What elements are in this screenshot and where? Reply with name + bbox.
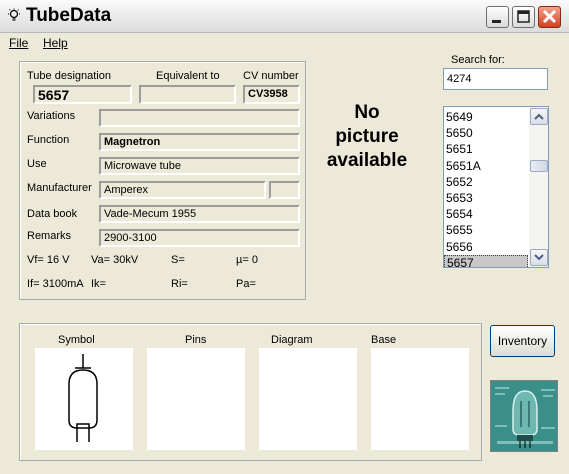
no-picture-message: No picture available bbox=[316, 101, 418, 173]
use-field[interactable]: Microwave tube bbox=[99, 157, 300, 175]
scroll-thumb[interactable] bbox=[530, 160, 548, 172]
tube-list-item[interactable]: 5651 bbox=[444, 141, 528, 157]
function-label: Function bbox=[27, 134, 70, 146]
equivalent-to-field[interactable] bbox=[139, 85, 236, 104]
close-button[interactable] bbox=[538, 6, 561, 28]
param-va: Va= 30kV bbox=[91, 254, 139, 266]
arrow-down-icon bbox=[534, 254, 544, 261]
scroll-down-button[interactable] bbox=[530, 249, 548, 266]
search-label: Search for: bbox=[451, 54, 505, 66]
use-label: Use bbox=[27, 158, 47, 170]
no-picture-line-1: No bbox=[354, 102, 380, 123]
base-panel bbox=[371, 348, 469, 450]
param-pa: Pa= bbox=[236, 278, 256, 290]
no-picture-line-2: picture bbox=[335, 126, 399, 147]
menu-help-label: Help bbox=[43, 36, 68, 50]
diagram-label: Diagram bbox=[271, 334, 313, 346]
tube-designation-field[interactable]: 5657 bbox=[33, 85, 132, 104]
param-ik: Ik= bbox=[91, 278, 106, 290]
tube-logo-icon bbox=[491, 381, 557, 451]
param-vf: Vf= 16 V bbox=[27, 254, 70, 266]
menu-file[interactable]: File bbox=[9, 36, 28, 50]
param-mu: µ= 0 bbox=[236, 254, 258, 266]
variations-field[interactable] bbox=[99, 109, 300, 127]
menu-file-label: File bbox=[9, 36, 29, 50]
tube-list-item[interactable]: 5652 bbox=[444, 174, 528, 190]
manufacturer-field[interactable]: Amperex bbox=[99, 181, 266, 199]
cv-number-label: CV number bbox=[243, 70, 299, 82]
manufacturer-label: Manufacturer bbox=[27, 182, 92, 194]
tube-logo bbox=[490, 380, 558, 452]
inventory-button[interactable]: Inventory bbox=[490, 325, 555, 357]
param-if: If= 3100mA bbox=[27, 278, 84, 290]
manufacturer-extra-field[interactable] bbox=[269, 181, 300, 199]
tube-listbox[interactable]: 5649 5650 5651 5651A 5652 5653 5654 5655 5656 565… bbox=[443, 106, 549, 268]
arrow-up-icon bbox=[534, 113, 544, 120]
pins-panel bbox=[147, 348, 245, 450]
tube-list-item[interactable]: 5651A bbox=[444, 158, 528, 174]
cv-number-field[interactable]: CV3958 bbox=[243, 85, 300, 104]
vacuum-tube-symbol bbox=[68, 354, 98, 442]
maximize-icon bbox=[517, 10, 530, 23]
diagram-panel bbox=[259, 348, 357, 450]
no-picture-line-3: available bbox=[326, 150, 408, 171]
variations-label: Variations bbox=[27, 110, 76, 122]
window-title: TubeData bbox=[26, 5, 112, 26]
remarks-field[interactable]: 2900-3100 bbox=[99, 229, 300, 247]
tube-list-item[interactable]: 5656 bbox=[444, 239, 528, 255]
maximize-button[interactable] bbox=[512, 6, 535, 28]
remarks-label: Remarks bbox=[27, 230, 72, 242]
base-label: Base bbox=[371, 334, 397, 346]
param-ri: Ri= bbox=[171, 278, 188, 290]
list-scrollbar[interactable] bbox=[529, 107, 548, 267]
close-icon bbox=[542, 9, 557, 24]
symbol-label: Symbol bbox=[58, 334, 95, 346]
tube-list-item[interactable]: 5650 bbox=[444, 125, 528, 141]
scroll-up-button[interactable] bbox=[530, 108, 548, 125]
minimize-icon bbox=[492, 20, 501, 23]
minimize-button[interactable] bbox=[486, 6, 509, 28]
function-field[interactable]: Magnetron bbox=[99, 133, 300, 151]
tube-list-item[interactable]: 5649 bbox=[444, 109, 528, 125]
data-book-field[interactable]: Vade-Mecum 1955 bbox=[99, 205, 300, 223]
pins-label: Pins bbox=[185, 334, 207, 346]
tube-list-item[interactable]: 5655 bbox=[444, 222, 528, 238]
symbol-panel bbox=[35, 348, 133, 450]
search-input[interactable] bbox=[443, 68, 548, 90]
menu-bar: File Help bbox=[0, 33, 569, 53]
tube-list-item[interactable]: 5653 bbox=[444, 190, 528, 206]
menu-help[interactable]: Help bbox=[43, 36, 68, 50]
lightbulb-icon bbox=[8, 8, 20, 21]
equivalent-to-label: Equivalent to bbox=[156, 70, 220, 82]
tube-list-item[interactable]: 5657 bbox=[444, 254, 528, 267]
tube-list[interactable]: 5649 5650 5651 5651A 5652 5653 5654 5655 5656 565… bbox=[444, 109, 528, 267]
param-s: S= bbox=[171, 254, 185, 266]
tube-designation-label: Tube designation bbox=[27, 70, 111, 82]
data-book-label: Data book bbox=[27, 208, 78, 220]
tube-list-item[interactable]: 5654 bbox=[444, 206, 528, 222]
title-bar[interactable]: TubeData bbox=[0, 0, 569, 33]
